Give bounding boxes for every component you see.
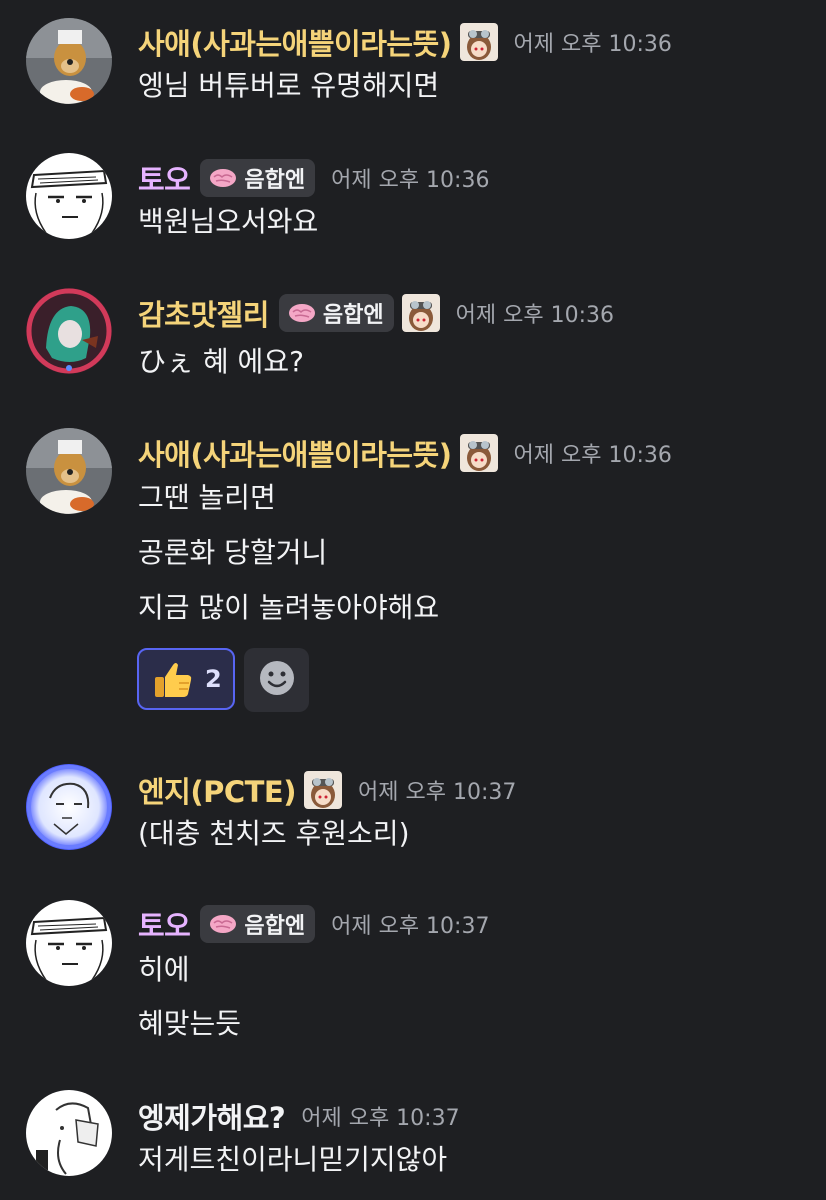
username[interactable]: 토오 <box>138 157 191 199</box>
avatar-dog-chef[interactable] <box>26 18 112 104</box>
role-tag[interactable]: 음합엔 <box>200 159 316 197</box>
message-text: 지금 많이 놀려놓아야해요 <box>138 591 440 624</box>
avatar-green-hair-character[interactable] <box>26 288 112 374</box>
brain-icon <box>208 913 238 935</box>
avatar-dog-chef[interactable] <box>26 428 112 514</box>
username[interactable]: 엥제가해요? <box>138 1095 286 1137</box>
timestamp: 어제 오후 10:37 <box>331 914 490 939</box>
message-text: 엥님 버튜버로 유명해지면 <box>138 69 440 102</box>
username[interactable]: 사애(사과는애쁠이라는뜻) <box>138 432 452 474</box>
message-text: 혜맞는듯 <box>138 1007 242 1040</box>
username[interactable]: 토오 <box>138 903 191 945</box>
username[interactable]: 엔지(PCTE) <box>138 769 297 811</box>
timestamp: 어제 오후 10:36 <box>331 168 490 193</box>
message-text: 공론화 당할거니 <box>138 536 328 569</box>
avatar-sketch-character[interactable] <box>26 1090 112 1176</box>
message-text: 저게트친이라니믿기지않아 <box>138 1143 448 1176</box>
role-tag-label: 음합엔 <box>322 303 384 328</box>
avatar-sketch-face[interactable] <box>26 900 112 986</box>
role-tag-label: 음합엔 <box>244 914 306 939</box>
brain-icon <box>287 302 317 324</box>
avatar-sketch-face[interactable] <box>26 153 112 239</box>
thumbs-up-icon <box>151 657 195 701</box>
username[interactable]: 감초맛젤리 <box>138 292 269 334</box>
anime-girl-goggles-icon <box>401 294 440 332</box>
reaction-count: 2 <box>205 665 222 693</box>
reaction-thumbs-up[interactable]: 2 <box>137 648 235 710</box>
message-text: 그땐 놀리면 <box>138 481 276 514</box>
anime-girl-goggles-icon <box>459 23 498 61</box>
anime-girl-goggles-icon <box>304 771 342 809</box>
message-text: 백원님오서와요 <box>138 205 319 238</box>
message-text: (대충 천치즈 후원소리) <box>138 817 410 850</box>
avatar-glowing-sketch[interactable] <box>26 764 112 850</box>
anime-girl-goggles-icon <box>459 434 498 472</box>
timestamp: 어제 오후 10:37 <box>358 780 517 805</box>
role-tag[interactable]: 음합엔 <box>278 294 394 332</box>
message-text: ひぇ 혜 에요? <box>138 345 304 378</box>
timestamp: 어제 오후 10:37 <box>301 1106 460 1131</box>
timestamp: 어제 오후 10:36 <box>513 443 672 468</box>
brain-icon <box>208 167 238 189</box>
username[interactable]: 사애(사과는애쁠이라는뜻) <box>138 21 452 63</box>
timestamp: 어제 오후 10:36 <box>513 32 672 57</box>
message-text: 히에 <box>138 953 190 986</box>
timestamp: 어제 오후 10:36 <box>455 303 614 328</box>
add-reaction-button[interactable] <box>244 648 309 712</box>
role-tag-label: 음합엔 <box>244 168 306 193</box>
smiley-add-reaction-icon <box>258 659 296 701</box>
role-tag[interactable]: 음합엔 <box>200 905 316 943</box>
